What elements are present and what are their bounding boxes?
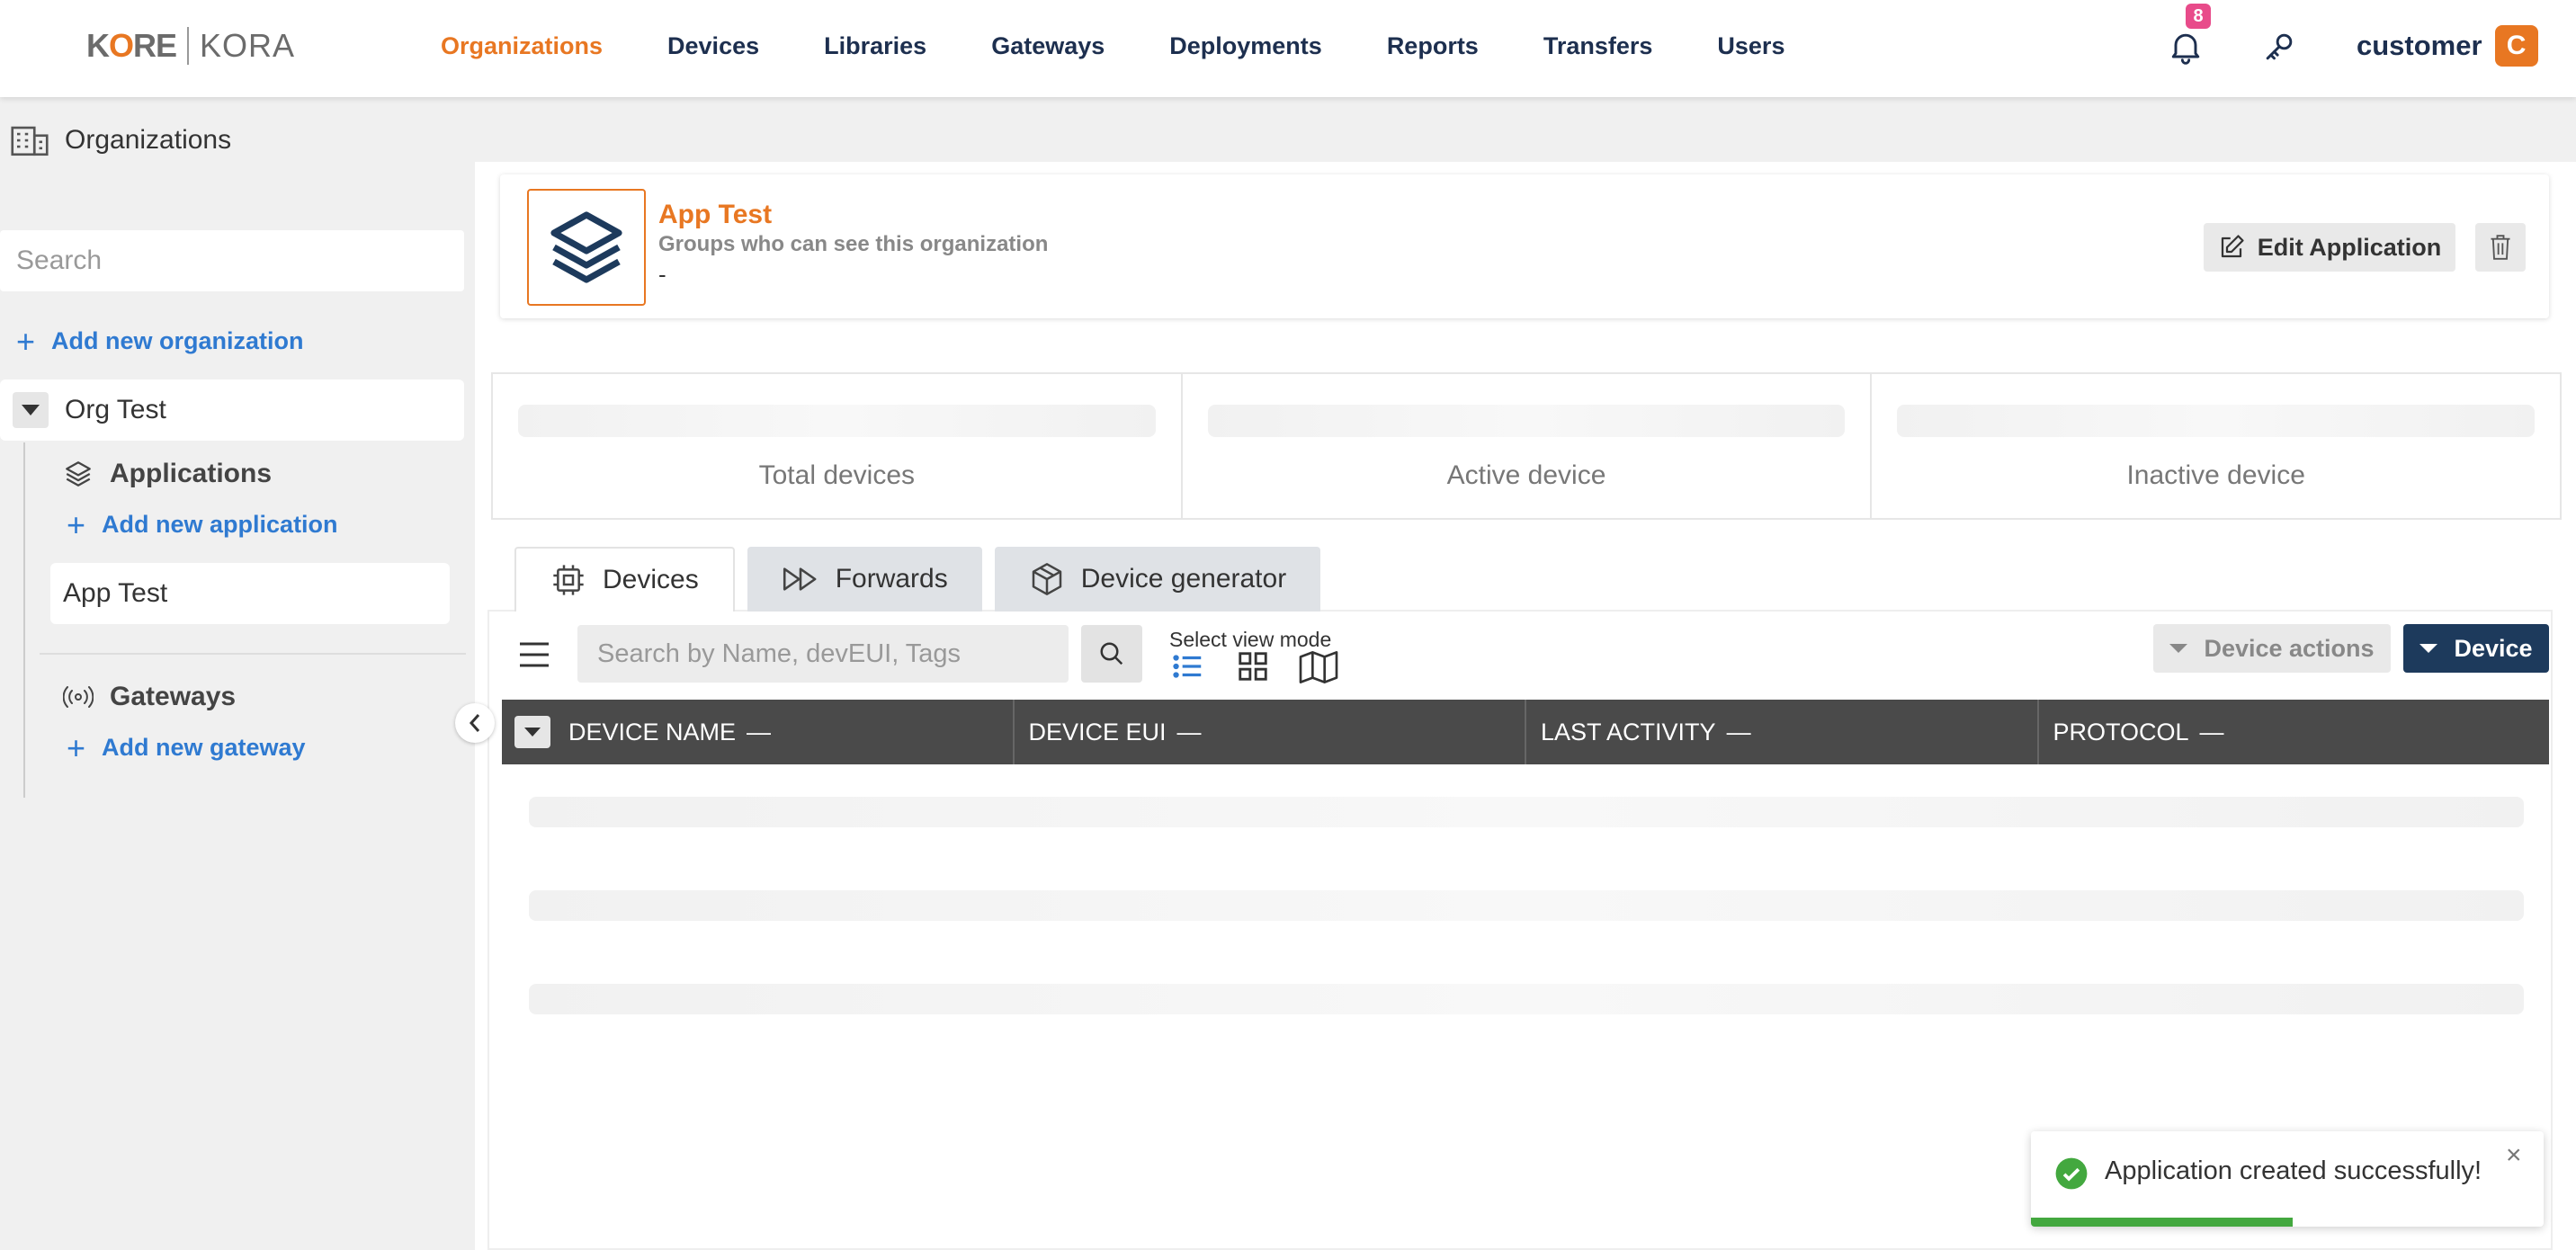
user-menu[interactable]: customer C xyxy=(2357,25,2538,67)
view-mode-label: Select view mode xyxy=(1169,628,1332,651)
add-application-label: Add new application xyxy=(102,511,338,538)
search-button[interactable] xyxy=(1081,625,1142,683)
table-row-skeleton xyxy=(529,890,2524,921)
map-view-icon[interactable] xyxy=(1299,649,1338,685)
table-row-skeleton xyxy=(529,984,2524,1014)
col-device-name[interactable]: DEVICE NAME — xyxy=(502,700,1015,764)
stat-inactive-device: Inactive device xyxy=(1872,374,2560,518)
broadcast-icon xyxy=(63,686,94,708)
table-header: DEVICE NAME — DEVICE EUI — LAST ACTIVITY… xyxy=(502,700,2549,764)
key-icon[interactable] xyxy=(2259,27,2299,67)
edit-application-button[interactable]: Edit Application xyxy=(2204,223,2455,272)
nav-transfers[interactable]: Transfers xyxy=(1543,31,1653,61)
close-icon[interactable]: × xyxy=(2506,1140,2522,1171)
list-view-icon[interactable] xyxy=(1171,649,1205,683)
chip-icon xyxy=(550,562,586,598)
tab-device-generator[interactable]: Device generator xyxy=(994,547,1321,612)
sort-icon: — xyxy=(2199,718,2224,746)
stat-label: Inactive device xyxy=(2126,460,2305,490)
avatar: C xyxy=(2494,25,2538,67)
nav-reports[interactable]: Reports xyxy=(1387,31,1479,61)
toast-message: Application created successfully! xyxy=(2105,1156,2482,1185)
app-title: App Test xyxy=(658,200,773,229)
add-organization-link[interactable]: + Add new organization xyxy=(16,322,304,360)
app-groups-value: - xyxy=(658,261,666,288)
notification-badge: 8 xyxy=(2186,4,2211,29)
app-logo xyxy=(527,189,646,306)
logo-kore: KORE xyxy=(86,27,177,64)
add-gateway-label: Add new gateway xyxy=(102,734,306,761)
fast-forward-icon xyxy=(782,565,819,594)
tab-devices[interactable]: Devices xyxy=(514,547,735,612)
add-organization-label: Add new organization xyxy=(51,327,304,354)
logo-kora: KORA xyxy=(200,27,296,64)
delete-application-button[interactable] xyxy=(2475,223,2526,272)
device-button[interactable]: Device xyxy=(2403,624,2549,673)
col-last-activity[interactable]: LAST ACTIVITY — xyxy=(1526,700,2039,764)
caret-down-icon[interactable] xyxy=(13,392,49,428)
add-gateway-link[interactable]: + Add new gateway xyxy=(67,728,306,766)
menu-icon[interactable] xyxy=(518,640,550,669)
col-protocol[interactable]: PROTOCOL — xyxy=(2039,700,2550,764)
caret-down-icon xyxy=(2419,644,2438,653)
caret-down-icon xyxy=(2169,644,2188,653)
username: customer xyxy=(2357,30,2482,61)
select-all-dropdown[interactable] xyxy=(514,716,550,748)
device-search-input[interactable] xyxy=(577,625,1069,683)
nav-deployments[interactable]: Deployments xyxy=(1169,31,1322,61)
stat-label: Active device xyxy=(1446,460,1606,490)
plus-icon: + xyxy=(67,728,86,766)
stat-label: Total devices xyxy=(758,460,916,490)
plus-icon: + xyxy=(16,322,36,360)
building-icon xyxy=(11,124,49,156)
trash-icon xyxy=(2491,235,2510,260)
tab-forwards[interactable]: Forwards xyxy=(747,547,982,612)
gateways-section-title: Gateways xyxy=(63,682,236,712)
stat-skeleton xyxy=(1207,405,1846,437)
org-item-org-test[interactable]: Org Test xyxy=(0,379,464,441)
nav-users[interactable]: Users xyxy=(1717,31,1784,61)
layers-icon xyxy=(550,211,622,283)
nav-libraries[interactable]: Libraries xyxy=(824,31,926,61)
nav-gateways[interactable]: Gateways xyxy=(991,31,1105,61)
col-device-eui[interactable]: DEVICE EUI — xyxy=(1015,700,1526,764)
stat-active-device: Active device xyxy=(1183,374,1873,518)
sort-icon: — xyxy=(1176,718,1202,746)
layers-icon xyxy=(63,459,94,489)
tabs: Devices Forwards Device generator xyxy=(514,547,1333,612)
sidebar-title: Organizations xyxy=(65,125,232,155)
nav-devices[interactable]: Devices xyxy=(667,31,759,61)
org-name: Org Test xyxy=(65,395,166,424)
collapse-sidebar-button[interactable] xyxy=(455,703,495,743)
plus-icon: + xyxy=(67,505,86,543)
toast-progress-bar xyxy=(2031,1218,2293,1227)
sort-icon: — xyxy=(1726,718,1751,746)
sidebar-header: Organizations xyxy=(11,124,231,156)
main-nav: Organizations Devices Libraries Gateways… xyxy=(441,31,1849,61)
success-toast: Application created successfully! × xyxy=(2031,1131,2544,1227)
org-search-input[interactable] xyxy=(0,230,464,291)
bell-icon[interactable] xyxy=(2166,27,2205,67)
sort-icon: — xyxy=(747,718,772,746)
device-actions-button[interactable]: Device actions xyxy=(2153,624,2391,673)
table-row-skeleton xyxy=(529,797,2524,827)
grid-view-icon[interactable] xyxy=(1236,649,1270,683)
search-icon xyxy=(1100,642,1123,665)
brand-logo[interactable]: KORE KORA xyxy=(86,25,295,67)
device-stats: Total devices Active device Inactive dev… xyxy=(491,372,2562,520)
check-circle-icon xyxy=(2054,1156,2089,1191)
edit-icon xyxy=(2218,234,2245,261)
nav-organizations[interactable]: Organizations xyxy=(441,31,603,61)
add-application-link[interactable]: + Add new application xyxy=(67,505,338,543)
stat-skeleton xyxy=(1897,405,2536,437)
top-navbar: KORE KORA Organizations Devices Librarie… xyxy=(0,0,2576,97)
stat-skeleton xyxy=(518,405,1156,437)
application-card: App Test Groups who can see this organiz… xyxy=(500,174,2549,318)
app-item-app-test[interactable]: App Test xyxy=(50,563,450,624)
app-groups-label: Groups who can see this organization xyxy=(658,232,1049,256)
stat-total-devices: Total devices xyxy=(493,374,1183,518)
cube-icon xyxy=(1029,561,1065,597)
applications-section-title: Applications xyxy=(63,459,272,489)
